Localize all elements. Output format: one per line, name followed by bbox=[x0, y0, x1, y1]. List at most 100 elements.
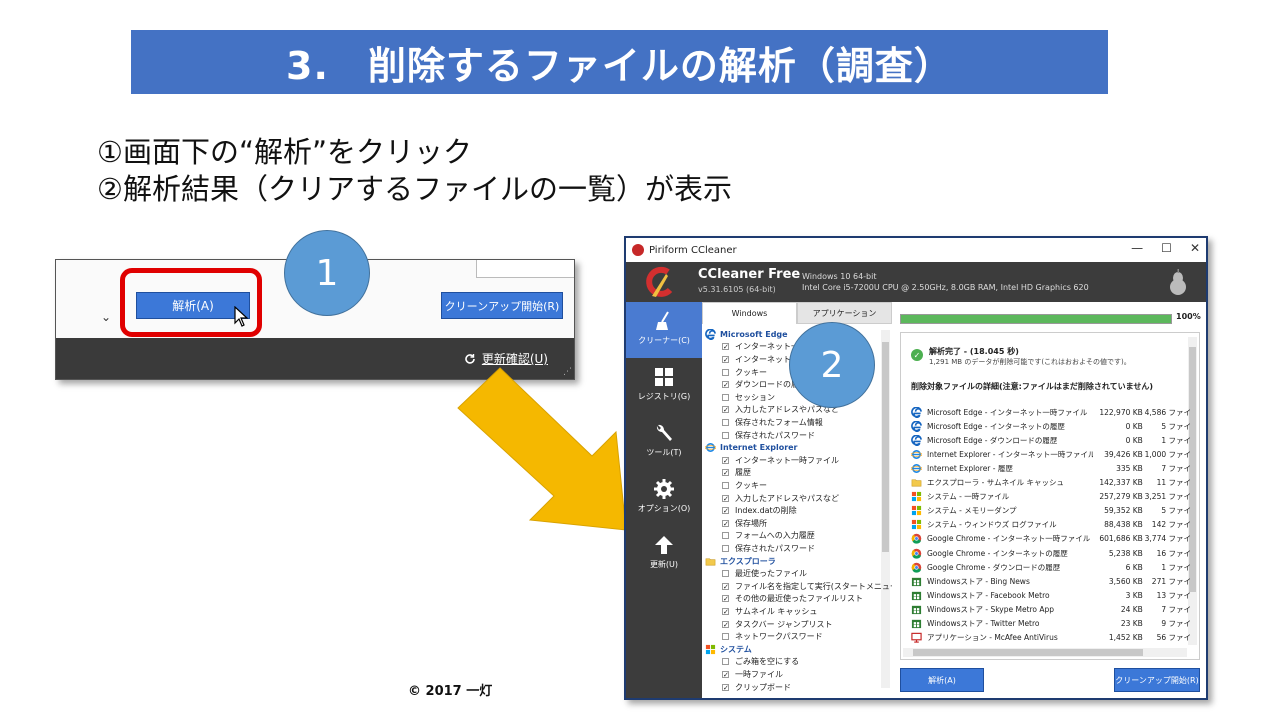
tree-item[interactable]: ✓ 保存場所 bbox=[702, 517, 767, 530]
checkbox-checked[interactable]: ✓ bbox=[722, 683, 729, 691]
tree-item[interactable]: 保存されたパスワード bbox=[702, 429, 815, 442]
tab-windows[interactable]: Windows bbox=[702, 302, 797, 324]
tree-item[interactable]: ✓ 履歴 bbox=[702, 467, 751, 480]
tree-item[interactable]: セッション bbox=[702, 391, 775, 404]
result-row[interactable]: システム - ウィンドウズ ログファイル 88,438 KB 142 ファイ bbox=[911, 518, 1191, 532]
sidebar-item-update[interactable]: 更新(U) bbox=[626, 526, 702, 582]
tree-item[interactable]: ✓ 入力したアドレスやパスなど bbox=[702, 492, 839, 505]
checkbox-checked[interactable]: ✓ bbox=[722, 456, 729, 464]
broom-icon bbox=[656, 311, 669, 330]
maximize-icon[interactable]: ☐ bbox=[1161, 241, 1172, 255]
cleanup-button[interactable]: クリーンアップ開始(R) bbox=[1114, 668, 1200, 692]
result-row[interactable]: Google Chrome - ダウンロードの履歴 6 KB 1 ファイ bbox=[911, 560, 1191, 574]
checkbox-checked[interactable]: ✓ bbox=[722, 406, 729, 414]
tree-scrollbar[interactable] bbox=[881, 330, 890, 688]
result-name: Google Chrome - インターネットの履歴 bbox=[927, 548, 1068, 558]
tree-item[interactable]: 保存されたフォーム情報 bbox=[702, 416, 823, 429]
results-hscrollbar[interactable] bbox=[903, 648, 1187, 657]
result-row[interactable]: Windowsストア - Facebook Metro 3 KB 13 ファイ bbox=[911, 588, 1191, 602]
tree-item[interactable]: ✓ その他の最近使ったファイルリスト bbox=[702, 593, 863, 606]
tree-item[interactable]: ✓ ファイル名を指定して実行(スタートメニュー) bbox=[702, 580, 892, 593]
tree-item[interactable]: 保存されたパスワード bbox=[702, 542, 815, 555]
tree-item[interactable]: ✓ クリップボード bbox=[702, 681, 791, 694]
scroll-thumb[interactable] bbox=[913, 649, 1143, 656]
tree-item[interactable]: ✓ サムネイル キャッシュ bbox=[702, 605, 817, 618]
tab-applications[interactable]: アプリケーション bbox=[797, 302, 892, 324]
result-size: 3 KB bbox=[1125, 590, 1143, 600]
instruction-1: ①画面下の“解析”をクリック bbox=[97, 135, 473, 169]
tree-item[interactable]: クッキー bbox=[702, 366, 767, 379]
tree-section[interactable]: エクスプローラ bbox=[705, 555, 776, 568]
gear-icon bbox=[654, 479, 674, 499]
sidebar-item-options[interactable]: オプション(O) bbox=[626, 470, 702, 526]
checkbox-checked[interactable]: ✓ bbox=[722, 670, 729, 678]
tree-item[interactable]: 最近使ったファイル bbox=[702, 567, 807, 580]
checkbox-checked[interactable]: ✓ bbox=[722, 595, 729, 603]
checkbox-checked[interactable]: ✓ bbox=[722, 494, 729, 502]
sidebar-label: ツール(T) bbox=[646, 448, 682, 457]
result-row[interactable]: Microsoft Edge - インターネットの履歴 0 KB 5 ファイ bbox=[911, 419, 1191, 433]
chevron-down-icon[interactable]: ⌄ bbox=[101, 310, 111, 324]
checkbox-checked[interactable]: ✓ bbox=[722, 469, 729, 477]
result-row[interactable]: Windowsストア - Skype Metro App 24 KB 7 ファイ bbox=[911, 602, 1191, 616]
tree-item[interactable]: ネットワークパスワード bbox=[702, 630, 823, 643]
checkbox-unchecked[interactable] bbox=[722, 532, 729, 540]
tree-item[interactable]: ごみ箱を空にする bbox=[702, 656, 799, 669]
sidebar-label: クリーナー(C) bbox=[638, 336, 690, 345]
sidebar-item-tools[interactable]: ツール(T) bbox=[626, 414, 702, 470]
result-row[interactable]: システム - メモリーダンプ 59,352 KB 5 ファイ bbox=[911, 504, 1191, 518]
checkbox-unchecked[interactable] bbox=[722, 418, 729, 426]
sidebar-item-registry[interactable]: レジストリ(G) bbox=[626, 358, 702, 414]
checkbox-unchecked[interactable] bbox=[722, 481, 729, 489]
result-row[interactable]: Microsoft Edge - インターネット一時ファイル 122,970 KB… bbox=[911, 405, 1191, 419]
checkbox-checked[interactable]: ✓ bbox=[722, 519, 729, 527]
tree-section[interactable]: Internet Explorer bbox=[705, 441, 798, 454]
checkbox-checked[interactable]: ✓ bbox=[722, 507, 729, 515]
checkbox-checked[interactable]: ✓ bbox=[722, 381, 729, 389]
checkbox-checked[interactable]: ✓ bbox=[722, 607, 729, 615]
result-row[interactable]: Google Chrome - インターネットの履歴 5,238 KB 16 ファイ bbox=[911, 546, 1191, 560]
result-row[interactable]: Internet Explorer - インターネット一時ファイル 39,426 … bbox=[911, 447, 1191, 461]
checkbox-unchecked[interactable] bbox=[722, 633, 729, 641]
tree-item[interactable]: ✓ タスクバー ジャンプリスト bbox=[702, 618, 833, 631]
analysis-complete-title: 解析完了 - (18.045 秒) bbox=[929, 347, 1019, 356]
checkbox-checked[interactable]: ✓ bbox=[722, 582, 729, 590]
tree-item[interactable]: ✓ 一時ファイル bbox=[702, 668, 783, 681]
store-icon bbox=[911, 605, 922, 615]
checkbox-unchecked[interactable] bbox=[722, 368, 729, 376]
checkbox-checked[interactable]: ✓ bbox=[722, 343, 729, 351]
result-count: 11 ファイ bbox=[1156, 478, 1191, 488]
result-count: 5 ファイ bbox=[1161, 421, 1191, 431]
minimize-icon[interactable]: — bbox=[1131, 241, 1143, 255]
sidebar-item-cleaner[interactable]: クリーナー(C) bbox=[626, 302, 702, 358]
scroll-thumb[interactable] bbox=[882, 342, 889, 552]
checkbox-unchecked[interactable] bbox=[722, 431, 729, 439]
checkbox-checked[interactable]: ✓ bbox=[722, 620, 729, 628]
cleanup-button-zoomed[interactable]: クリーンアップ開始(R) bbox=[441, 292, 563, 319]
result-row[interactable]: Google Chrome - インターネット一時ファイル 601,686 KB 3… bbox=[911, 532, 1191, 546]
tree-item[interactable]: ✓ インターネット一時ファイル bbox=[702, 454, 839, 467]
checkbox-unchecked[interactable] bbox=[722, 658, 729, 666]
checkbox-unchecked[interactable] bbox=[722, 393, 729, 401]
tree-label: クッキー bbox=[735, 367, 767, 377]
window-controls: — ☐ ✕ bbox=[1131, 241, 1200, 255]
tree-item[interactable]: ✓ Index.datの削除 bbox=[702, 504, 797, 517]
checkbox-checked[interactable]: ✓ bbox=[722, 355, 729, 363]
result-row[interactable]: エクスプローラ - サムネイル キャッシュ 142,337 KB 11 ファイ bbox=[911, 476, 1191, 490]
tree-item[interactable]: クッキー bbox=[702, 479, 767, 492]
close-icon[interactable]: ✕ bbox=[1190, 241, 1200, 255]
checkbox-unchecked[interactable] bbox=[722, 544, 729, 552]
checkbox-unchecked[interactable] bbox=[722, 570, 729, 578]
tree-label: 保存場所 bbox=[735, 518, 767, 528]
result-row[interactable]: システム - 一時ファイル 257,279 KB 3,251 ファイ bbox=[911, 490, 1191, 504]
tree-item[interactable]: フォームへの入力履歴 bbox=[702, 530, 815, 543]
result-row[interactable]: アプリケーション - McAfee AntiVirus 1,452 KB 56 ファ… bbox=[911, 631, 1191, 645]
registry-grid-icon bbox=[655, 368, 673, 386]
result-row[interactable]: Windowsストア - Twitter Metro 23 KB 9 ファイ bbox=[911, 617, 1191, 631]
tree-section[interactable]: Microsoft Edge bbox=[705, 328, 788, 341]
result-row[interactable]: Microsoft Edge - ダウンロードの履歴 0 KB 1 ファイ bbox=[911, 433, 1191, 447]
analyze-button[interactable]: 解析(A) bbox=[900, 668, 984, 692]
tree-section[interactable]: システム bbox=[705, 643, 752, 656]
result-row[interactable]: Windowsストア - Bing News 3,560 KB 271 ファイ bbox=[911, 574, 1191, 588]
result-row[interactable]: Internet Explorer - 履歴 335 KB 7 ファイ bbox=[911, 461, 1191, 475]
